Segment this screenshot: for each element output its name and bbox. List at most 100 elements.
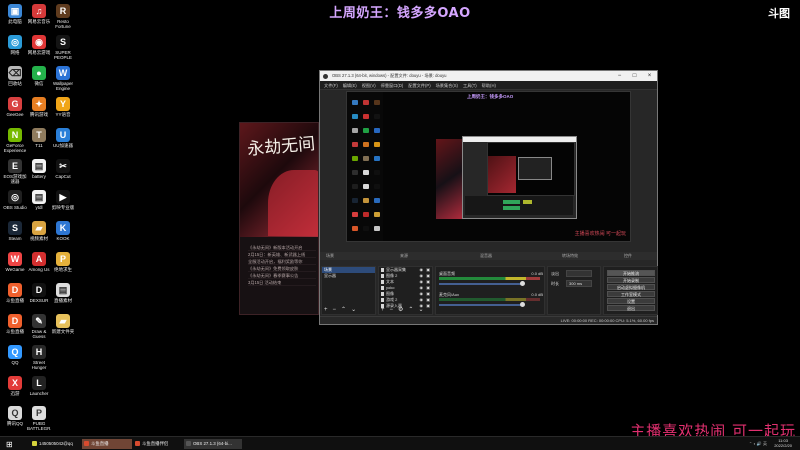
minimize-icon[interactable]: − [612, 71, 627, 81]
menu-tools[interactable]: 工具(T) [463, 81, 477, 89]
transition-duration-input[interactable]: 300 ms [566, 280, 592, 287]
app-icon: T [32, 128, 46, 142]
desktop-icon-computer[interactable]: ▣ 此电脑 [3, 4, 27, 29]
add-icon[interactable]: + [324, 307, 328, 313]
up-icon[interactable]: ⌃ [341, 307, 346, 313]
down-icon[interactable]: ⌄ [418, 307, 423, 313]
desktop-icon-battery[interactable]: ▤ battery [27, 159, 51, 184]
desktop-icon-uu[interactable]: U UU加速器 [51, 128, 75, 153]
maximize-icon[interactable]: □ [627, 71, 642, 81]
windows-start-icon[interactable]: ⊞ [6, 441, 13, 449]
desktop-icon-network[interactable]: ◎ 网络 [3, 35, 27, 60]
qq-icon: Q [8, 406, 22, 420]
obs-window[interactable]: OBS 27.1.3 (64-bit, windows) - 配置文件: dou… [319, 70, 658, 325]
game-icon: P [56, 252, 70, 266]
mixer-dock-title: 混音器 [480, 253, 492, 258]
file-icon: ▤ [32, 190, 46, 204]
desktop-icon-among-us[interactable]: A Among Us [27, 252, 51, 277]
desktop-icon-xunyou[interactable]: X 迅游 [3, 376, 27, 401]
desktop-icon-pubg[interactable]: P 绝地求生 [51, 252, 75, 277]
desktop-icon-t11[interactable]: T T11 [27, 128, 51, 153]
preview-canvas[interactable]: 上周奶王：钱多多OAO 主播喜欢热闹 可一起玩 [346, 91, 631, 242]
taskbar-clock[interactable]: 11:03 2022/2/20 [774, 438, 792, 448]
volume-slider[interactable] [439, 283, 522, 285]
source-label: 显示器采集 [386, 267, 406, 272]
desktop-icon-qq[interactable]: Q QQ [3, 345, 27, 370]
lock-icon[interactable]: ▣ [426, 303, 430, 309]
taskbar-item-obs[interactable]: OBS 27.1.3 (64-bi... [184, 439, 242, 449]
desktop-icon-wallpaper-engine[interactable]: W Wallpaper Engine [51, 66, 75, 91]
desktop-icon-kook[interactable]: K KOOK [51, 221, 75, 246]
desktop-icon-pubg-battlegrounds[interactable]: PPUBG BATTLEGR... [27, 406, 51, 431]
desktop-icon-tencent-games[interactable]: ✦ 腾讯游戏 [27, 97, 51, 122]
obs-titlebar[interactable]: OBS 27.1.3 (64-bit, windows) - 配置文件: dou… [320, 71, 657, 81]
desktop-icon-douyu[interactable]: D 斗鱼直播 [3, 283, 27, 308]
desktop-icon-resto[interactable]: R Resto Fortune [51, 4, 75, 29]
transition-select[interactable] [566, 270, 592, 277]
settings-button[interactable]: 设置 [607, 298, 655, 304]
desktop-icon-draw-guess[interactable]: ✎ Draw & Guess [27, 314, 51, 339]
system-tray-icons[interactable]: ⌃ ◐ 🔊 英 [749, 441, 767, 447]
up-icon[interactable]: ⌃ [408, 307, 413, 313]
desktop-icon-capcut[interactable]: ✂ CapCut [51, 159, 75, 184]
remove-icon[interactable]: − [390, 307, 394, 313]
volume-slider-handle[interactable] [520, 302, 525, 307]
menu-view[interactable]: 视图(V) [362, 81, 376, 89]
desktop-icon-street-hunger[interactable]: H Street Hunger [27, 345, 51, 370]
desktop-icon-super-people[interactable]: SSUPER PEOPLE CBT [51, 35, 75, 60]
poster-line: 全服活动开启，福利奖励等你 [248, 258, 316, 265]
gear-icon[interactable]: ⚙ [398, 307, 403, 313]
volume-slider[interactable] [439, 304, 522, 306]
desktop-icon-obs[interactable]: ◎ OBS Studio [3, 190, 27, 215]
volume-slider-handle[interactable] [520, 281, 525, 286]
desktop-icon-geforce[interactable]: N GeForce Experience [3, 128, 27, 153]
desktop-icon-tencent-qq[interactable]: Q 腾讯QQ [3, 406, 27, 431]
menu-profile[interactable]: 配置文件(P) [408, 81, 430, 89]
nested-docks [465, 196, 573, 215]
desktop-icon-netease-music[interactable]: ♫ 网易云音乐 [27, 4, 51, 29]
virtual-camera-button[interactable]: 启动虚拟摄像机 [607, 284, 655, 290]
desktop-icon-video-assets[interactable]: ▰ 视频素材 [27, 221, 51, 246]
desktop-icon-douyu-2[interactable]: D 斗鱼直播 [3, 314, 27, 339]
scene-item[interactable]: 显示器 [322, 273, 375, 279]
desktop-icon-jianying[interactable]: ▶ 剪映专业版 [51, 190, 75, 215]
folder-icon: ▰ [32, 221, 46, 235]
menu-file[interactable]: 文件(F) [324, 81, 338, 89]
desktop-icon-yy[interactable]: Y YY语音 [51, 97, 75, 122]
desktop-icon-wegame[interactable]: W WeGame [3, 252, 27, 277]
close-icon[interactable]: × [642, 71, 657, 81]
taskbar-item-qq[interactable]: 1450505042@qq [30, 439, 80, 449]
start-streaming-button[interactable]: 开始推流 [607, 270, 655, 276]
poster-figure [268, 170, 318, 236]
video-icon: ▶ [56, 190, 70, 204]
menu-docks[interactable]: 停靠窗口(D) [381, 81, 404, 89]
start-recording-button[interactable]: 开始录制 [607, 277, 655, 283]
desktop-icon-recycle-bin[interactable]: ⌫ 回收站 [3, 66, 27, 91]
remove-icon[interactable]: − [333, 307, 337, 313]
wallpaper-icon: W [56, 66, 70, 80]
add-icon[interactable]: + [381, 307, 385, 313]
recycle-bin-icon: ⌫ [8, 66, 22, 80]
taskbar-item-douyu[interactable]: 斗鱼直播 [82, 439, 132, 449]
desktop-icon-live-assets[interactable]: ▤ 直播素材 [51, 283, 75, 308]
desktop-icon-eos[interactable]: E EOS游戏加速器 [3, 159, 27, 184]
desktop-icon-steam[interactable]: S Steam [3, 221, 27, 246]
source-dock: 显示器采集 ◉ ▣ 图像 2 ◉ ▣ 文本 ◉ ▣ yoko ◉ ▣ 图像 ◉ ▣ 游戏 2 ◉ ▣ 源… [378, 266, 433, 315]
desktop-icon-launcher[interactable]: L Launcher [27, 376, 51, 401]
down-icon[interactable]: ⌄ [351, 307, 356, 313]
desktop-icon-cloud-games[interactable]: ◉ 网易云游戏 [27, 35, 51, 60]
menu-help[interactable]: 帮助(H) [482, 81, 496, 89]
desktop-icon-new-folder[interactable]: ▰ 新建文件夹 [51, 314, 75, 339]
desktop-icon-dexsur[interactable]: D DEXSUR [27, 283, 51, 308]
music-icon: ♫ [32, 4, 46, 18]
desktop-icon-wechat[interactable]: ● 微信 [27, 66, 51, 91]
game-icon: ✎ [32, 314, 46, 328]
desktop-icon-ytdl[interactable]: ▤ ytdl [27, 190, 51, 215]
studio-mode-button[interactable]: 工作室模式 [607, 291, 655, 297]
game-icon: W [8, 252, 22, 266]
taskbar-item-douyu-assistant[interactable]: 斗鱼直播伴侣 [133, 439, 181, 449]
menu-scene-collection[interactable]: 场景集合(S) [436, 81, 458, 89]
exit-button[interactable]: 退出 [607, 305, 655, 311]
desktop-icon-geegee[interactable]: G GeeGee [3, 97, 27, 122]
menu-edit[interactable]: 编辑(E) [343, 81, 357, 89]
